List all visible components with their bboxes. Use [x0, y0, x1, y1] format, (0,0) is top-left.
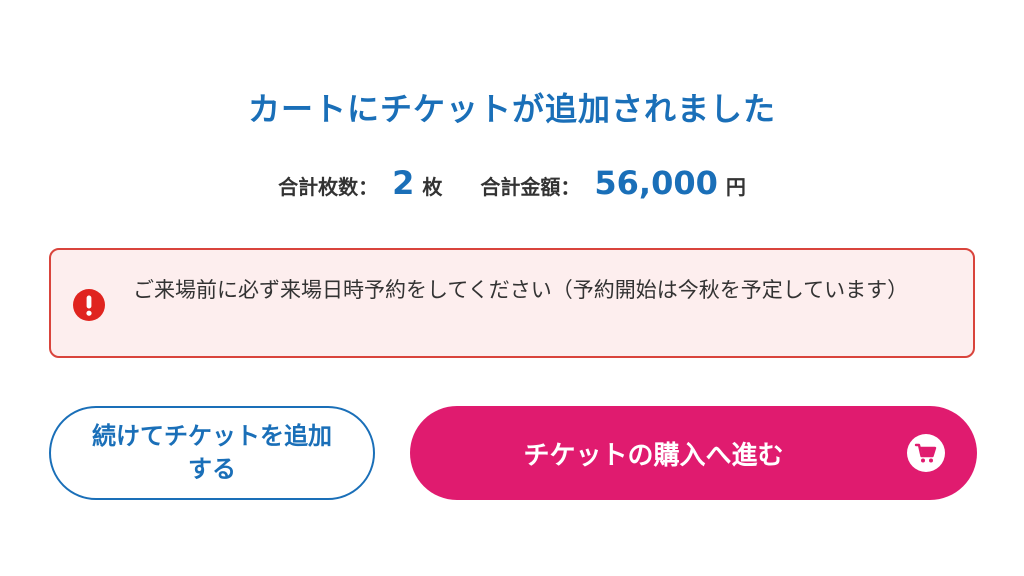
proceed-to-purchase-label: チケットの購入へ進む	[523, 440, 784, 471]
order-summary: 合計枚数： 2 枚 合計金額： 56,000 円	[0, 164, 1024, 202]
total-amount-unit: 円	[725, 175, 746, 199]
ticket-count-label: 合計枚数：	[278, 175, 379, 199]
page-title: カートにチケットが追加されました	[247, 90, 776, 128]
reservation-notice: ご来場前に必ず来場日時予約をしてください（予約開始は今秋を予定しています）	[49, 248, 975, 358]
notice-text: ご来場前に必ず来場日時予約をしてください（予約開始は今秋を予定しています）	[133, 278, 909, 302]
continue-adding-button[interactable]: 続けてチケットを追加する	[49, 406, 375, 500]
continue-adding-label: 続けてチケットを追加する	[92, 422, 332, 483]
total-amount-label: 合計金額：	[480, 175, 581, 199]
ticket-count-value: 2	[392, 164, 415, 202]
ticket-count-unit: 枚	[422, 175, 443, 199]
proceed-to-purchase-button[interactable]: チケットの購入へ進む	[410, 406, 977, 500]
exclamation-circle-icon	[73, 289, 105, 321]
cart-icon	[907, 434, 945, 472]
total-amount-value: 56,000	[594, 164, 718, 202]
